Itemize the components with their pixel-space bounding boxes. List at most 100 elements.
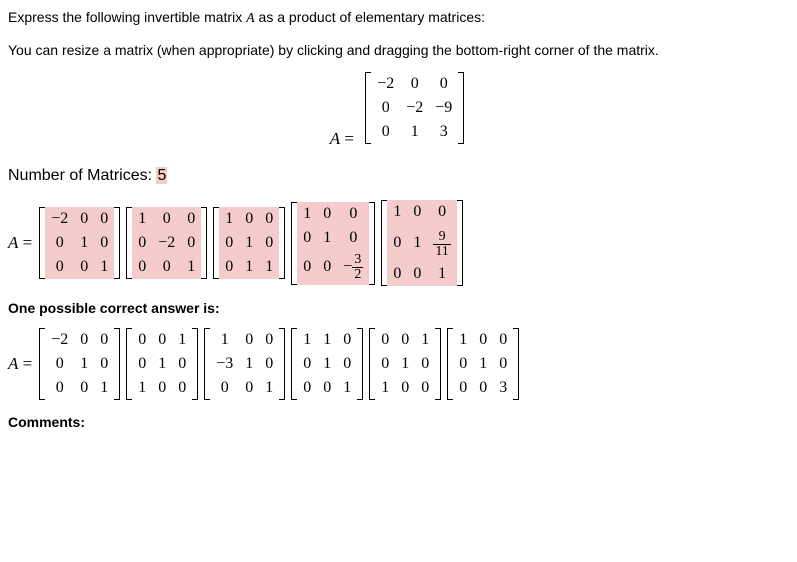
matrix-cell[interactable]: 0 (181, 207, 201, 231)
matrix-cell[interactable]: 0 (259, 207, 279, 231)
matrix-row: 001 (375, 328, 435, 352)
matrix-cell[interactable]: 0 (152, 207, 181, 231)
matrix-cell[interactable]: 0 (259, 231, 279, 255)
matrix-cell: 0 (239, 328, 259, 352)
matrix-cell[interactable]: 1 (259, 255, 279, 279)
matrix-cell: 0 (152, 376, 172, 400)
matrix-row: 001 (132, 255, 201, 279)
matrix-cell[interactable]: 0 (132, 231, 152, 255)
bracket-right (457, 200, 463, 286)
matrix-cell[interactable]: 1 (239, 231, 259, 255)
matrix-row: −310 (210, 352, 279, 376)
matrix-cell[interactable]: 0 (239, 207, 259, 231)
matrix-cell: 0 (94, 352, 114, 376)
bracket-right (369, 202, 375, 285)
student-matrix-2[interactable]: 100010011 (213, 207, 285, 279)
matrix-row: 100 (210, 328, 279, 352)
matrix-cell[interactable]: −2 (45, 207, 74, 231)
matrix-cell: 0 (395, 376, 415, 400)
matrix-cell[interactable]: 0 (74, 255, 94, 279)
student-matrix-3[interactable]: 10001000−32 (291, 202, 375, 285)
matrix-row: 00−32 (297, 250, 369, 285)
matrix-cell: 1 (400, 120, 429, 144)
matrix-row: 100 (297, 202, 369, 226)
matrix-cell: 0 (337, 352, 357, 376)
matrix-cell: 0 (152, 328, 172, 352)
matrix-cell[interactable]: 0 (45, 255, 74, 279)
correct-matrix-1-table: 001010100 (132, 328, 192, 400)
matrix-cell[interactable]: 0 (181, 231, 201, 255)
matrix-cell[interactable]: 0 (387, 262, 407, 286)
matrix-cell[interactable]: 0 (219, 231, 239, 255)
matrix-cell: 1 (74, 352, 94, 376)
matrix-cell: 0 (395, 328, 415, 352)
matrix-cell: 0 (132, 352, 152, 376)
matrix-row: 010 (219, 231, 279, 255)
matrix-cell[interactable]: 0 (132, 255, 152, 279)
matrix-cell: 0 (259, 352, 279, 376)
student-matrix-0[interactable]: −200010001 (39, 207, 120, 279)
matrix-cell[interactable]: 1 (317, 226, 337, 250)
matrix-cell[interactable]: −32 (337, 250, 369, 285)
matrix-cell: 0 (74, 376, 94, 400)
matrix-cell: 1 (453, 328, 473, 352)
matrix-row: 010 (453, 352, 513, 376)
matrix-cell[interactable]: 1 (181, 255, 201, 279)
bracket-right (114, 328, 120, 400)
matrix-cell: 0 (210, 376, 239, 400)
student-answer-row: A = −2000100011000−200011000100111000100… (8, 200, 789, 286)
matrix-cell: 1 (395, 352, 415, 376)
matrix-cell[interactable]: 0 (297, 250, 317, 285)
student-matrix-1[interactable]: 1000−20001 (126, 207, 207, 279)
matrix-cell[interactable]: 1 (219, 207, 239, 231)
matrix-cell: 3 (429, 120, 458, 144)
matrix-cell: 0 (493, 328, 513, 352)
num-matrices-input[interactable]: 5 (156, 167, 167, 184)
matrix-cell[interactable]: 0 (317, 202, 337, 226)
matrix-cell[interactable]: 0 (427, 200, 456, 224)
matrix-cell: −3 (210, 352, 239, 376)
matrix-cell[interactable]: 1 (94, 255, 114, 279)
bracket-right (357, 328, 363, 400)
matrix-cell[interactable]: 1 (297, 202, 317, 226)
matrix-cell[interactable]: 0 (407, 200, 427, 224)
matrix-cell: 0 (45, 352, 74, 376)
matrix-cell[interactable]: 1 (239, 255, 259, 279)
matrix-cell[interactable]: 1 (427, 262, 456, 286)
matrix-cell[interactable]: 0 (94, 231, 114, 255)
matrix-cell[interactable]: 911 (427, 224, 456, 262)
matrix-cell: −2 (371, 72, 400, 96)
matrix-cell[interactable]: 1 (387, 200, 407, 224)
matrix-cell[interactable]: 0 (407, 262, 427, 286)
matrix-cell: 1 (297, 328, 317, 352)
matrix-cell[interactable]: 0 (94, 207, 114, 231)
given-matrix-display: A = −2000−2−9013 (8, 72, 789, 149)
correct-matrix-5: 100010003 (447, 328, 519, 400)
matrix-cell: 3 (493, 376, 513, 400)
matrix-cell[interactable]: 1 (74, 231, 94, 255)
matrix-cell[interactable]: 0 (337, 202, 369, 226)
matrix-cell[interactable]: 1 (132, 207, 152, 231)
matrix-cell: 0 (400, 72, 429, 96)
variable-A: A (246, 11, 255, 26)
matrix-cell: −2 (400, 96, 429, 120)
matrix-row: −200 (45, 328, 114, 352)
matrix-cell[interactable]: 0 (45, 231, 74, 255)
correct-matrix-3: 110010001 (291, 328, 363, 400)
matrix-cell[interactable]: 0 (317, 250, 337, 285)
student-matrix-4[interactable]: 10001911001 (381, 200, 462, 286)
matrix-cell[interactable]: 0 (297, 226, 317, 250)
matrix-cell[interactable]: −2 (152, 231, 181, 255)
matrix-row: −200 (371, 72, 458, 96)
matrix-row: 01911 (387, 224, 456, 262)
matrix-cell[interactable]: 1 (407, 224, 427, 262)
matrix-row: −200 (45, 207, 114, 231)
matrix-cell[interactable]: 0 (387, 224, 407, 262)
matrix-cell[interactable]: 0 (337, 226, 369, 250)
bracket-right (513, 328, 519, 400)
matrix-cell[interactable]: 0 (219, 255, 239, 279)
student-matrix-4-table: 10001911001 (387, 200, 456, 286)
matrix-cell[interactable]: 0 (152, 255, 181, 279)
instruction-text-1b: as a product of elementary matrices: (255, 9, 485, 25)
matrix-cell[interactable]: 0 (74, 207, 94, 231)
